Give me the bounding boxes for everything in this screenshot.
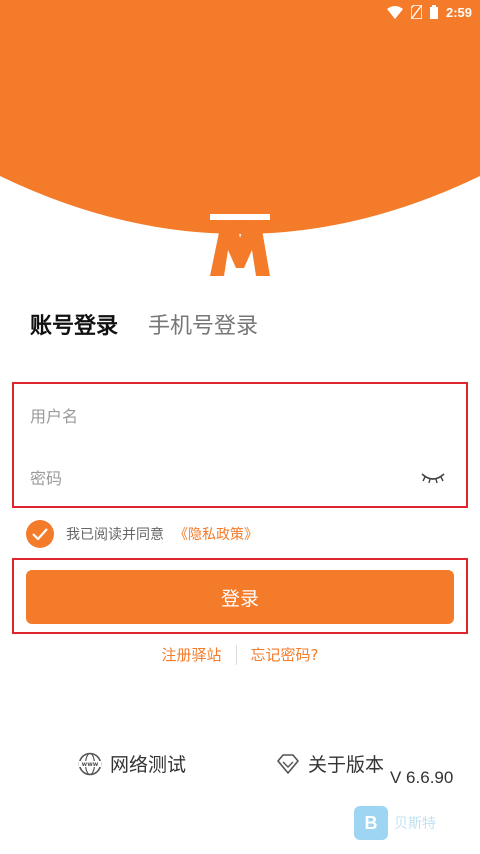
version-text: V 6.6.90: [390, 768, 454, 787]
username-input[interactable]: [30, 404, 450, 428]
link-divider: [235, 644, 237, 665]
register-link[interactable]: 注册驿站: [162, 644, 222, 665]
network-test-button[interactable]: www 网络测试: [78, 750, 186, 777]
network-test-label: 网络测试: [110, 754, 187, 776]
tab-phone-login[interactable]: 手机号登录: [148, 308, 258, 340]
diamond-icon: [276, 752, 300, 776]
status-bar: 2:59: [0, 0, 480, 24]
no-sim-icon: [410, 5, 422, 19]
battery-icon: [429, 5, 438, 19]
watermark-logo: B 贝斯特: [354, 806, 436, 840]
password-input[interactable]: [30, 466, 410, 490]
login-button[interactable]: 登录: [26, 570, 454, 624]
status-time: 2:59: [445, 4, 472, 20]
wifi-icon: [386, 5, 403, 19]
agreement-text: 我已阅读并同意: [66, 527, 164, 543]
watermark-text: 贝斯特: [394, 816, 436, 832]
www-globe-icon: www: [78, 752, 102, 776]
tab-account-login[interactable]: 账号登录: [30, 308, 118, 340]
forgot-password-link[interactable]: 忘记密码?: [251, 644, 319, 665]
privacy-policy-link[interactable]: 《隐私政策》: [174, 524, 258, 544]
watermark-badge: B: [354, 806, 388, 840]
about-version-label: 关于版本: [308, 754, 385, 776]
auxiliary-links: 注册驿站 忘记密码?: [0, 644, 480, 665]
privacy-agreement: 我已阅读并同意 《隐私政策》: [26, 520, 258, 548]
svg-text:www: www: [82, 761, 99, 768]
login-tabs: 账号登录 手机号登录: [30, 308, 288, 340]
about-version-button[interactable]: 关于版本: [276, 750, 384, 777]
agree-checkbox[interactable]: [26, 520, 54, 548]
eye-closed-icon[interactable]: [420, 468, 446, 486]
app-logo: [208, 214, 272, 278]
checkmark-icon: [32, 528, 48, 540]
